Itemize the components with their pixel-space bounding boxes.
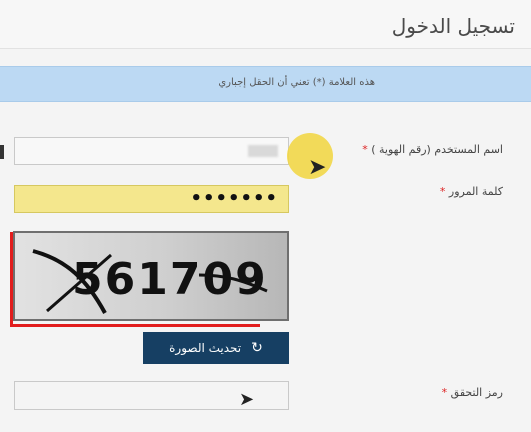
- verification-label-text: رمز التحقق: [450, 386, 503, 399]
- annotation-red-vertical: [10, 232, 13, 327]
- password-label-text: كلمة المرور: [448, 185, 503, 198]
- title-bar: تسجيل الدخول: [0, 0, 531, 49]
- verification-label: رمز التحقق *: [439, 386, 503, 399]
- left-edge-mark: [0, 145, 4, 159]
- required-asterisk: *: [441, 386, 448, 399]
- page-title: تسجيل الدخول: [391, 14, 515, 38]
- captcha-image: 561709: [13, 231, 289, 321]
- username-field[interactable]: [14, 137, 289, 165]
- pointer-icon: ➤: [308, 155, 327, 180]
- username-label-text: اسم المستخدم (رقم الهوية ): [371, 143, 503, 156]
- username-label: اسم المستخدم (رقم الهوية ) *: [359, 143, 503, 156]
- required-asterisk: *: [439, 185, 446, 198]
- refresh-button-label: تحديث الصورة: [169, 341, 242, 355]
- password-label: كلمة المرور *: [437, 185, 503, 198]
- required-asterisk: *: [362, 143, 368, 156]
- captcha-art: 561709: [15, 233, 287, 319]
- required-notice: هذه العلامة (*) تعني أن الحقل إجباري: [0, 66, 531, 102]
- refresh-captcha-button[interactable]: تحديث الصورة ↻: [143, 332, 289, 364]
- login-page: تسجيل الدخول هذه العلامة (*) تعني أن الح…: [0, 0, 531, 432]
- annotation-red-horizontal: [10, 324, 260, 327]
- required-notice-text: هذه العلامة (*) تعني أن الحقل إجباري: [218, 77, 375, 88]
- password-value: •••••••: [190, 188, 278, 209]
- password-field[interactable]: •••••••: [14, 185, 289, 213]
- refresh-icon: ↻: [251, 340, 263, 356]
- captcha-text: 561709: [72, 254, 268, 305]
- username-value-blurred: [248, 145, 278, 157]
- pointer-icon: ➤: [239, 389, 255, 410]
